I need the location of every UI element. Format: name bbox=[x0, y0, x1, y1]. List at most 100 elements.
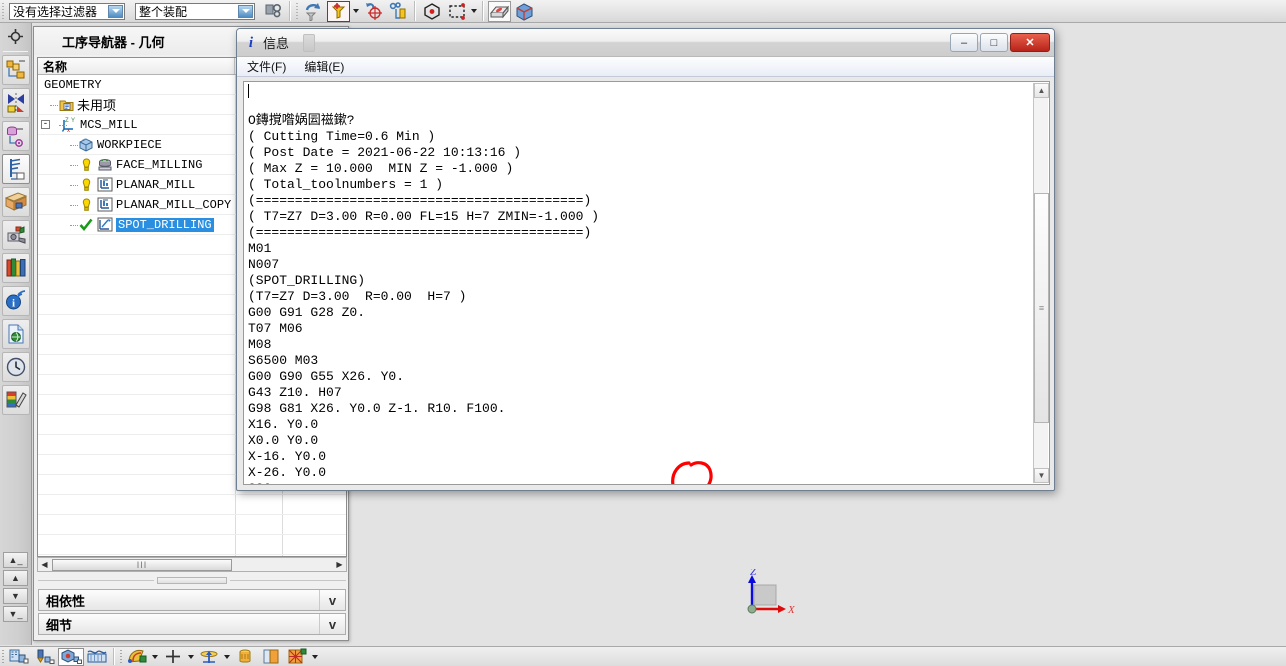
machine-tool-navigator-icon[interactable] bbox=[2, 220, 30, 250]
chevron-down-icon[interactable] bbox=[222, 646, 232, 666]
snap-options-icon[interactable] bbox=[387, 1, 410, 22]
scroll-right-button[interactable]: ▶ bbox=[333, 558, 346, 571]
panel-splitter[interactable] bbox=[38, 576, 346, 585]
workpiece-blank-icon[interactable] bbox=[84, 648, 110, 666]
post-process-icon[interactable] bbox=[232, 648, 258, 666]
polygon-select-icon[interactable] bbox=[420, 1, 443, 22]
library-icon[interactable] bbox=[2, 253, 30, 283]
create-operation-icon[interactable] bbox=[58, 647, 84, 666]
menu-file[interactable]: 文件(F) bbox=[247, 58, 286, 75]
application-window: 没有选择过滤器 整个装配 i ▲_ ▲ ▼ ▼_ Z X 工序导航器 - 几何 … bbox=[0, 0, 1286, 666]
scroll-up-button[interactable]: ▲ bbox=[3, 570, 28, 586]
chevron-down-icon[interactable] bbox=[108, 4, 123, 18]
generate-toolpath-icon[interactable] bbox=[124, 648, 150, 666]
warning-icon bbox=[78, 197, 94, 213]
web-help-icon[interactable]: i bbox=[2, 286, 30, 316]
tree-horizontal-scrollbar[interactable]: ◀ III ▶ bbox=[37, 557, 347, 572]
scroll-down-button[interactable]: ▼ bbox=[1034, 468, 1049, 483]
face-select-icon[interactable] bbox=[488, 0, 511, 22]
dependencies-panel-header[interactable]: 相依性 v bbox=[38, 589, 346, 611]
dialog-vertical-scrollbar[interactable]: ▲ ≡ ▼ bbox=[1033, 83, 1049, 483]
body-select-icon[interactable] bbox=[513, 1, 536, 22]
part-navigator-icon[interactable] bbox=[2, 121, 30, 151]
scope-combo[interactable]: 整个装配 bbox=[135, 2, 255, 20]
top-toolbar: 没有选择过滤器 整个装配 bbox=[0, 0, 1286, 23]
operation-navigator-icon[interactable] bbox=[2, 154, 30, 184]
workpiece-icon bbox=[78, 137, 94, 153]
details-label: 细节 bbox=[46, 617, 73, 633]
tree-row-empty[interactable] bbox=[38, 535, 346, 555]
gcode-listing[interactable]: O鏄撹喒娲囩禌鏉? ( Cutting Time=0.6 Min ) ( Pos… bbox=[248, 97, 1031, 484]
tree-connector bbox=[64, 175, 78, 195]
undo-filter-icon[interactable] bbox=[302, 1, 325, 22]
toolbar-grip[interactable] bbox=[0, 1, 7, 21]
warning-icon bbox=[78, 177, 94, 193]
maximize-button[interactable]: □ bbox=[980, 33, 1008, 52]
close-button[interactable]: ✕ bbox=[1010, 33, 1050, 52]
dialog-text-area[interactable]: O鏄撹喒娲囩禌鏉? ( Cutting Time=0.6 Min ) ( Pos… bbox=[243, 81, 1050, 485]
info-icon: i bbox=[245, 33, 257, 52]
dialog-title-bar[interactable]: i 信息 – □ ✕ bbox=[237, 29, 1054, 57]
menu-edit[interactable]: 编辑(E) bbox=[304, 58, 344, 75]
toolbar-separator bbox=[289, 1, 291, 21]
target-icon[interactable] bbox=[0, 23, 31, 50]
simulate-icon[interactable] bbox=[196, 648, 222, 666]
selection-filter-combo[interactable]: 没有选择过滤器 bbox=[9, 2, 125, 20]
information-dialog[interactable]: i 信息 – □ ✕ 文件(F) 编辑(E) O鏄撹喒娲囩禌鏉? ( Cutti… bbox=[236, 28, 1055, 491]
warning-icon bbox=[78, 157, 94, 173]
scroll-bottom-button[interactable]: ▼_ bbox=[3, 606, 28, 622]
chevron-down-icon[interactable] bbox=[238, 4, 253, 18]
html-document-icon[interactable] bbox=[2, 319, 30, 349]
chevron-down-icon[interactable] bbox=[351, 1, 361, 22]
tree-item-label: PLANAR_MILL bbox=[116, 177, 196, 192]
tree-row-empty[interactable] bbox=[38, 515, 346, 535]
verify-icon[interactable] bbox=[160, 648, 186, 666]
dialog-menu-bar: 文件(F) 编辑(E) bbox=[237, 57, 1054, 77]
text-caret bbox=[248, 84, 249, 98]
rectangle-select-icon[interactable] bbox=[445, 1, 468, 22]
column-name[interactable]: 名称 bbox=[38, 58, 235, 74]
shop-docs-icon[interactable] bbox=[258, 648, 284, 666]
svg-text:Z: Z bbox=[65, 118, 69, 124]
scroll-thumb[interactable]: ≡ bbox=[1034, 193, 1049, 423]
coordinate-triad: Z X bbox=[740, 566, 800, 624]
chevron-down-icon[interactable] bbox=[150, 646, 160, 666]
svg-text:i: i bbox=[249, 35, 254, 49]
triad-z-label: Z bbox=[750, 569, 757, 578]
create-tool-icon[interactable] bbox=[32, 648, 58, 666]
constraint-navigator-icon[interactable] bbox=[2, 88, 30, 118]
details-panel-header[interactable]: 细节 v bbox=[38, 613, 346, 635]
scroll-thumb[interactable]: III bbox=[52, 558, 232, 571]
chevron-down-icon[interactable]: v bbox=[319, 590, 345, 610]
scroll-top-button[interactable]: ▲_ bbox=[3, 552, 28, 568]
tree-expander[interactable]: - bbox=[41, 120, 50, 129]
tree-item-label: SPOT_DRILLING bbox=[116, 217, 214, 232]
tree-connector bbox=[64, 155, 78, 175]
snap-point-icon[interactable] bbox=[362, 1, 385, 22]
scroll-left-button[interactable]: ◀ bbox=[38, 558, 51, 571]
assembly-select-icon[interactable] bbox=[262, 1, 285, 22]
dialog-title: 信息 bbox=[263, 36, 290, 51]
history-icon[interactable] bbox=[2, 352, 30, 382]
window-buttons: – □ ✕ bbox=[948, 33, 1054, 52]
tree-item-label: MCS_MILL bbox=[80, 117, 138, 132]
chevron-down-icon[interactable] bbox=[310, 646, 320, 666]
dialog-icon-placeholder bbox=[303, 33, 316, 52]
toolbar-grip[interactable] bbox=[294, 1, 301, 21]
tree-connector bbox=[53, 115, 67, 135]
left-resource-bar: i ▲_ ▲ ▼ ▼_ bbox=[0, 23, 32, 645]
system-materials-icon[interactable] bbox=[2, 385, 30, 415]
create-geometry-icon[interactable] bbox=[6, 648, 32, 666]
tree-row-empty[interactable] bbox=[38, 495, 346, 515]
scroll-up-button[interactable]: ▲ bbox=[1034, 83, 1049, 98]
cut-regions-icon[interactable] bbox=[284, 648, 310, 666]
chevron-down-icon[interactable] bbox=[469, 1, 479, 22]
chevron-down-icon[interactable]: v bbox=[319, 614, 345, 634]
chevron-down-icon[interactable] bbox=[186, 646, 196, 666]
selection-filter-icon[interactable] bbox=[327, 0, 350, 22]
assembly-navigator-icon[interactable] bbox=[2, 55, 30, 85]
minimize-button[interactable]: – bbox=[950, 33, 978, 52]
scroll-down-button[interactable]: ▼ bbox=[3, 588, 28, 604]
reuse-library-icon[interactable] bbox=[2, 187, 30, 217]
svg-text:x: x bbox=[67, 128, 70, 132]
